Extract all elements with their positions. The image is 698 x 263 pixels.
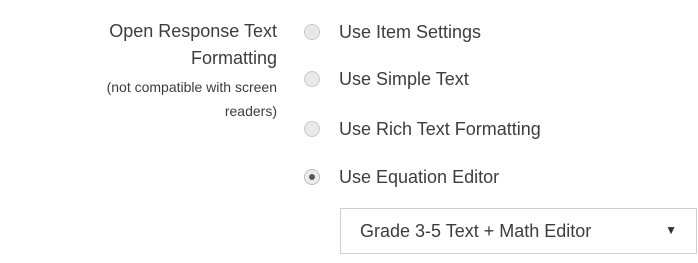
setting-label-line-2: Formatting — [190, 48, 277, 68]
radio-checked-icon[interactable] — [304, 169, 320, 185]
triangle-down-icon[interactable]: ▼ — [665, 223, 677, 237]
radio-unchecked-icon[interactable] — [304, 121, 320, 137]
editor-type-select[interactable]: Grade 3-5 Text + Math Editor ▼ — [340, 208, 697, 254]
option-use-item-settings[interactable]: Use Item Settings — [304, 19, 481, 45]
setting-note-line-1: (not compatible with screen — [106, 79, 277, 95]
option-label: Use Rich Text Formatting — [339, 118, 541, 139]
setting-note: (not compatible with screen readers) — [0, 75, 277, 123]
setting-label-line-1: Open Response Text — [109, 21, 277, 41]
setting-label: Open Response Text Formatting — [0, 0, 277, 72]
option-label: Use Equation Editor — [339, 166, 500, 187]
setting-label-group: Open Response Text Formatting (not compa… — [0, 0, 277, 123]
option-use-rich-text-formatting[interactable]: Use Rich Text Formatting — [304, 116, 541, 142]
radio-unchecked-icon[interactable] — [304, 71, 320, 87]
editor-type-selected-value: Grade 3-5 Text + Math Editor — [360, 220, 592, 241]
radio-unchecked-icon[interactable] — [304, 24, 320, 40]
option-use-equation-editor[interactable]: Use Equation Editor — [304, 164, 499, 190]
open-response-formatting-setting: Open Response Text Formatting (not compa… — [0, 0, 698, 263]
option-label: Use Item Settings — [339, 21, 482, 42]
option-label: Use Simple Text — [339, 68, 469, 89]
option-use-simple-text[interactable]: Use Simple Text — [304, 66, 469, 92]
setting-note-line-2: readers) — [224, 103, 277, 119]
